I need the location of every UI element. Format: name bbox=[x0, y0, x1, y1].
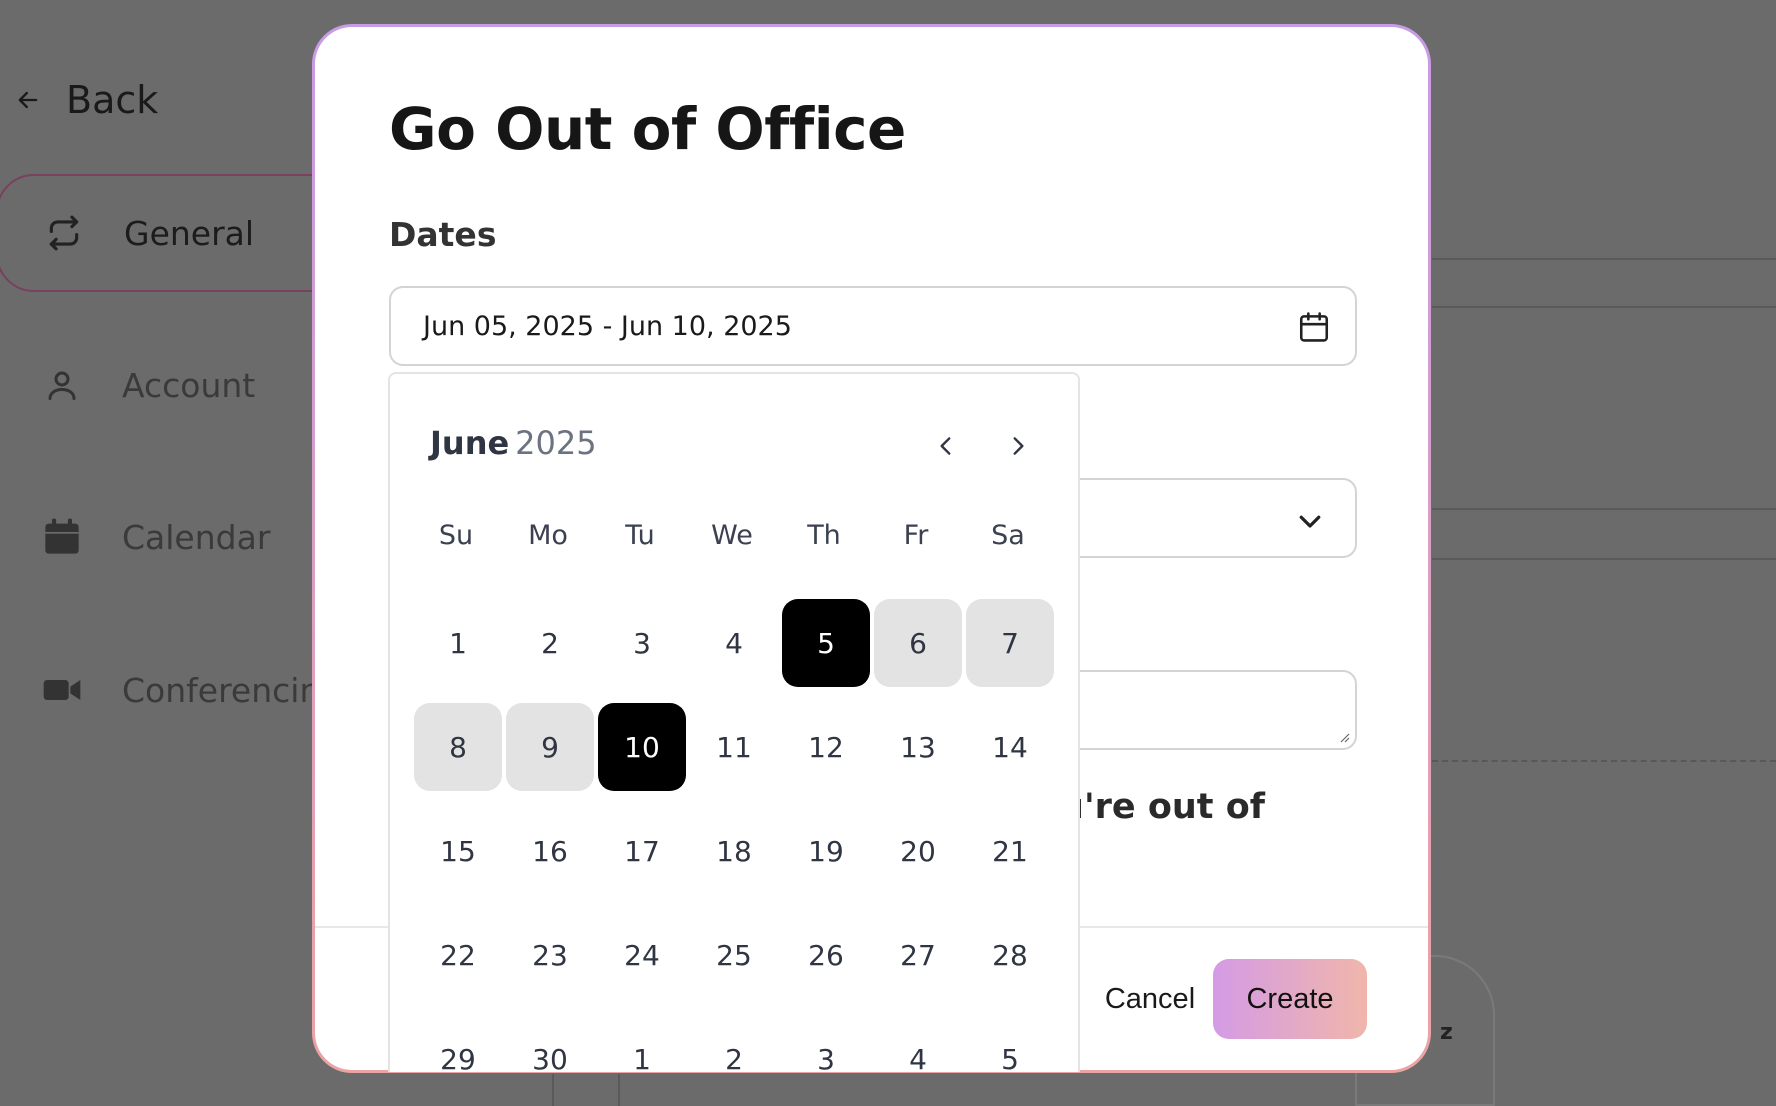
back-link[interactable]: Back bbox=[14, 78, 158, 122]
day-cell-in-range[interactable]: 8 bbox=[414, 703, 502, 791]
day-cell[interactable]: 17 bbox=[598, 807, 686, 895]
day-cell[interactable]: 11 bbox=[690, 703, 778, 791]
day-cell[interactable]: 18 bbox=[690, 807, 778, 895]
day-cell[interactable]: 25 bbox=[690, 911, 778, 999]
day-cell[interactable]: 3 bbox=[782, 1015, 870, 1103]
day-cell[interactable]: 4 bbox=[690, 599, 778, 687]
sidebar-item-account[interactable]: Account bbox=[0, 360, 255, 410]
previous-month-button[interactable] bbox=[926, 426, 966, 466]
day-cell-in-range[interactable]: 6 bbox=[874, 599, 962, 687]
chevron-down-icon bbox=[1299, 515, 1321, 528]
sidebar-item-label: Calendar bbox=[122, 517, 271, 557]
sidebar-item-label: Account bbox=[122, 365, 256, 405]
day-cell[interactable]: 26 bbox=[782, 911, 870, 999]
weekday-label: Su bbox=[438, 520, 474, 551]
day-cell[interactable]: 27 bbox=[874, 911, 962, 999]
calendar-icon[interactable] bbox=[1297, 310, 1331, 344]
date-range-value: Jun 05, 2025 - Jun 10, 2025 bbox=[423, 310, 792, 342]
date-picker-popover: June 2025 Su Mo Tu We Th Fr Sa 1234567891… bbox=[388, 372, 1080, 1076]
weekday-label: Tu bbox=[625, 520, 655, 551]
sidebar-item-general[interactable]: General bbox=[0, 174, 336, 292]
day-cell[interactable]: 5 bbox=[966, 1015, 1054, 1103]
day-cell[interactable]: 29 bbox=[414, 1015, 502, 1103]
cancel-button[interactable]: Cancel bbox=[1080, 959, 1220, 1039]
sidebar-item-conferencing[interactable]: Conferencing bbox=[0, 665, 341, 715]
back-label: Back bbox=[66, 78, 159, 122]
chevron-left-icon bbox=[940, 437, 951, 455]
date-range-input[interactable]: Jun 05, 2025 - Jun 10, 2025 bbox=[389, 286, 1357, 366]
weekday-label: Sa bbox=[991, 520, 1025, 551]
day-cell[interactable]: 3 bbox=[598, 599, 686, 687]
video-icon bbox=[42, 670, 82, 710]
day-cell[interactable]: 30 bbox=[506, 1015, 594, 1103]
day-cell[interactable]: 19 bbox=[782, 807, 870, 895]
user-icon bbox=[42, 365, 82, 405]
day-cell[interactable]: 2 bbox=[690, 1015, 778, 1103]
day-cell[interactable]: 20 bbox=[874, 807, 962, 895]
weekday-label: Th bbox=[807, 520, 841, 551]
dates-label: Dates bbox=[389, 215, 497, 254]
next-month-button[interactable] bbox=[998, 426, 1038, 466]
resize-grip-icon[interactable] bbox=[1335, 728, 1351, 744]
day-cell-selected[interactable]: 5 bbox=[782, 599, 870, 687]
day-cell[interactable]: 15 bbox=[414, 807, 502, 895]
day-cell[interactable]: 2 bbox=[506, 599, 594, 687]
year-label: 2025 bbox=[515, 424, 597, 462]
day-cell-in-range[interactable]: 7 bbox=[966, 599, 1054, 687]
day-cell[interactable]: 24 bbox=[598, 911, 686, 999]
weekday-label: Fr bbox=[903, 520, 929, 551]
create-button[interactable]: Create bbox=[1213, 959, 1367, 1039]
day-cell[interactable]: 23 bbox=[506, 911, 594, 999]
day-cell[interactable]: 1 bbox=[598, 1015, 686, 1103]
weekday-header: Su Mo Tu We Th Fr Sa bbox=[410, 520, 1066, 551]
repeat-icon bbox=[44, 213, 84, 253]
sidebar-item-calendar[interactable]: Calendar bbox=[0, 512, 270, 562]
day-cell[interactable]: 21 bbox=[966, 807, 1054, 895]
day-cell-in-range[interactable]: 9 bbox=[506, 703, 594, 791]
sleep-icon: z bbox=[1440, 1020, 1453, 1045]
sidebar-item-label: General bbox=[124, 213, 255, 253]
day-cell[interactable]: 28 bbox=[966, 911, 1054, 999]
month-caption: June 2025 bbox=[430, 424, 597, 462]
day-cell[interactable]: 22 bbox=[414, 911, 502, 999]
weekday-label: Mo bbox=[528, 520, 568, 551]
day-cell[interactable]: 16 bbox=[506, 807, 594, 895]
day-cell[interactable]: 1 bbox=[414, 599, 502, 687]
weekday-label: We bbox=[711, 520, 753, 551]
day-cell[interactable]: 12 bbox=[782, 703, 870, 791]
chevron-right-icon bbox=[1013, 437, 1024, 455]
arrow-left-icon bbox=[18, 91, 38, 109]
day-cell[interactable]: 14 bbox=[966, 703, 1054, 791]
month-label: June bbox=[430, 424, 510, 462]
dialog-title: Go Out of Office bbox=[389, 95, 906, 163]
day-cell[interactable]: 4 bbox=[874, 1015, 962, 1103]
day-cell-selected[interactable]: 10 bbox=[598, 703, 686, 791]
sidebar-item-label: Conferencing bbox=[122, 670, 342, 710]
day-grid: 1 2 3 4 5 6 7 8 9 10 11 12 13 14 15 16 17 18 19 20 21 22 23 24 2… bbox=[414, 599, 1054, 1103]
day-cell[interactable]: 13 bbox=[874, 703, 962, 791]
calendar-icon bbox=[42, 517, 82, 557]
